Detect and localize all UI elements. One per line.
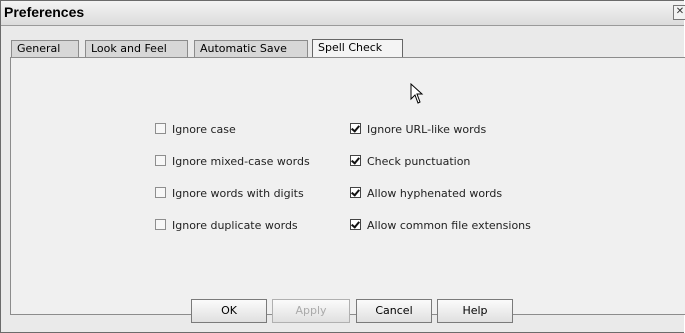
checkbox-label: Ignore mixed-case words — [172, 155, 310, 168]
dialog-title: Preferences — [4, 4, 85, 20]
apply-button[interactable]: Apply — [272, 299, 350, 323]
checkbox-label: Allow hyphenated words — [367, 187, 503, 200]
checkbox-label: Allow common file extensions — [367, 219, 531, 232]
title-bar: Preferences ✕ — [1, 1, 685, 26]
tab-look-and-feel[interactable]: Look and Feel — [85, 40, 188, 57]
checkbox-box[interactable] — [155, 219, 166, 230]
checkbox-box[interactable] — [350, 123, 361, 134]
checkbox-label: Ignore duplicate words — [172, 219, 298, 232]
mouse-cursor-icon — [410, 83, 424, 104]
check-punctuation-checkbox[interactable]: Check punctuation — [350, 155, 470, 169]
tab-automatic-save[interactable]: Automatic Save — [194, 40, 308, 57]
ok-button[interactable]: OK — [191, 299, 267, 323]
checkbox-box[interactable] — [155, 187, 166, 198]
checkbox-label: Ignore words with digits — [172, 187, 304, 200]
checkbox-box[interactable] — [350, 155, 361, 166]
tab-spell-check[interactable]: Spell Check — [312, 39, 403, 58]
ignore-duplicate-words-checkbox[interactable]: Ignore duplicate words — [155, 219, 298, 233]
ignore-case-checkbox[interactable]: Ignore case — [155, 123, 236, 137]
ignore-words-with-digits-checkbox[interactable]: Ignore words with digits — [155, 187, 304, 201]
cancel-button[interactable]: Cancel — [356, 299, 432, 323]
allow-common-file-extensions-checkbox[interactable]: Allow common file extensions — [350, 219, 531, 233]
ignore-mixed-case-words-checkbox[interactable]: Ignore mixed-case words — [155, 155, 310, 169]
allow-hyphenated-words-checkbox[interactable]: Allow hyphenated words — [350, 187, 502, 201]
checkbox-box[interactable] — [350, 219, 361, 230]
checkbox-label: Ignore URL-like words — [367, 123, 487, 136]
preferences-dialog: Preferences ✕ General Look and Feel Auto… — [0, 0, 685, 333]
tab-general[interactable]: General — [11, 40, 79, 57]
help-button[interactable]: Help — [437, 299, 513, 323]
checkbox-box[interactable] — [350, 187, 361, 198]
ignore-url-like-words-checkbox[interactable]: Ignore URL-like words — [350, 123, 486, 137]
checkbox-box[interactable] — [155, 123, 166, 134]
checkbox-label: Ignore case — [172, 123, 236, 136]
close-icon[interactable]: ✕ — [673, 5, 685, 20]
spell-check-panel — [10, 57, 685, 315]
checkbox-label: Check punctuation — [367, 155, 471, 168]
checkbox-box[interactable] — [155, 155, 166, 166]
